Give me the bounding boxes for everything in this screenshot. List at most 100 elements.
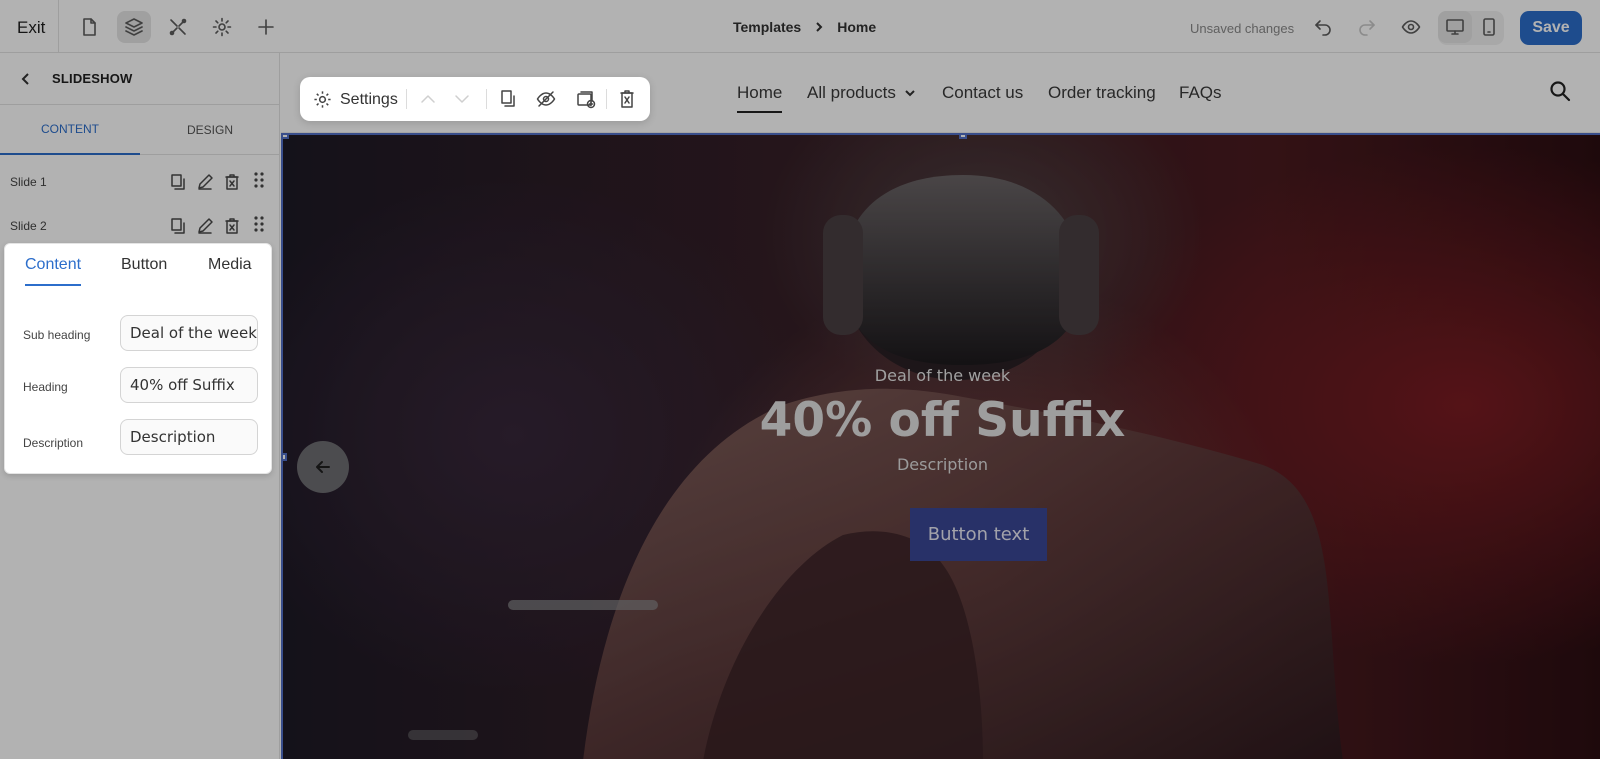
edit-icon[interactable]	[196, 173, 214, 191]
nav-order-tracking[interactable]: Order tracking	[1048, 83, 1156, 103]
sub-heading-label: Sub heading	[23, 328, 91, 342]
save-button[interactable]: Save	[1520, 11, 1582, 45]
slide-item-1[interactable]: Slide 1	[0, 162, 280, 202]
description-input[interactable]: Description	[120, 419, 258, 455]
drag-handle[interactable]	[250, 215, 268, 238]
preview-button[interactable]	[1394, 11, 1428, 43]
previous-slide-button[interactable]	[297, 441, 349, 493]
add-block-icon	[577, 91, 596, 109]
duplicate-section-button[interactable]	[498, 89, 518, 109]
add-button[interactable]	[249, 11, 283, 43]
editor-topbar: Exit Templates Home Unsaved changes Save	[0, 0, 1600, 53]
drag-handle-icon	[254, 171, 264, 188]
sub-heading-input[interactable]: Deal of the week	[120, 315, 258, 351]
selection-handle[interactable]	[959, 135, 967, 139]
chevron-up-icon	[421, 95, 435, 103]
description-label: Description	[23, 436, 84, 450]
tab-content[interactable]: CONTENT	[0, 105, 140, 155]
redo-button[interactable]	[1350, 11, 1384, 43]
toolbar-divider	[606, 89, 607, 109]
slideshow-section[interactable]: Deal of the week 40% off Suffix Descript…	[281, 133, 1600, 759]
nav-contact-us[interactable]: Contact us	[942, 83, 1023, 103]
move-down-button[interactable]	[452, 89, 472, 109]
nav-all-products[interactable]: All products	[807, 83, 916, 103]
move-up-button[interactable]	[418, 89, 438, 109]
toolbar-divider	[486, 89, 487, 109]
blocks-button[interactable]	[161, 11, 195, 43]
undo-icon	[1315, 20, 1331, 36]
tab-design[interactable]: DESIGN	[140, 105, 280, 155]
hero-heading: 40% off Suffix	[759, 393, 1126, 448]
slide-actions	[169, 171, 268, 194]
redo-icon	[1359, 20, 1375, 36]
topbar-divider	[58, 0, 59, 53]
arrow-left-icon	[316, 461, 330, 473]
breadcrumb: Templates Home	[733, 19, 876, 35]
page-icon	[83, 18, 96, 36]
eye-icon	[1401, 20, 1421, 34]
slide-label: Slide 2	[10, 219, 47, 233]
eye-off-icon	[536, 91, 556, 107]
heading-label: Heading	[23, 380, 68, 394]
duplicate-icon[interactable]	[169, 217, 187, 235]
duplicate-icon	[501, 90, 515, 107]
delete-section-button[interactable]	[617, 89, 637, 109]
edit-icon[interactable]	[196, 217, 214, 235]
slide-settings-popover: Content Button Media Sub heading Deal of…	[4, 243, 272, 474]
duplicate-icon[interactable]	[169, 173, 187, 191]
popover-tab-content[interactable]: Content	[25, 256, 82, 286]
delete-icon[interactable]	[223, 217, 241, 235]
mobile-icon	[1483, 18, 1495, 36]
gear-icon	[212, 17, 232, 37]
popover-tab-media[interactable]: Media	[208, 256, 252, 284]
slide-item-2[interactable]: Slide 2	[0, 206, 280, 246]
save-status: Unsaved changes	[1190, 21, 1295, 36]
sidebar-title: SLIDESHOW	[52, 71, 133, 86]
toolbar-divider	[406, 89, 407, 109]
drag-handle-icon	[254, 215, 264, 232]
chevron-down-icon	[455, 95, 469, 103]
chevron-left-icon	[21, 73, 29, 85]
nav-home[interactable]: Home	[737, 83, 783, 113]
delete-icon[interactable]	[223, 173, 241, 191]
popover-tab-button[interactable]: Button	[121, 256, 167, 284]
popover-tabs: Content Button Media	[5, 244, 273, 296]
drag-handle[interactable]	[250, 171, 268, 194]
pages-button[interactable]	[72, 11, 106, 43]
preview-canvas: Home All products Contact us Order track…	[281, 53, 1600, 759]
hero-subheading: Deal of the week	[874, 366, 1011, 385]
hero-cta-button[interactable]: Button text	[910, 508, 1047, 561]
section-settings-button[interactable]: Settings	[313, 90, 398, 109]
desktop-icon	[1446, 19, 1464, 35]
nav-faqs[interactable]: FAQs	[1179, 83, 1222, 103]
add-block-button[interactable]	[576, 89, 596, 109]
section-toolbar: Settings	[300, 77, 650, 121]
hide-section-button[interactable]	[536, 89, 556, 109]
selection-handle[interactable]	[283, 453, 287, 461]
slide-label: Slide 1	[10, 175, 47, 189]
selection-handle[interactable]	[283, 135, 289, 139]
settings-label: Settings	[340, 90, 398, 108]
layers-icon	[125, 18, 143, 36]
undo-button[interactable]	[1306, 11, 1340, 43]
slide-actions	[169, 215, 268, 238]
sidebar-tabs: CONTENT DESIGN	[0, 105, 280, 155]
mobile-view-button[interactable]	[1472, 11, 1506, 43]
desktop-view-button[interactable]	[1438, 11, 1472, 43]
search-icon	[1550, 81, 1571, 102]
heading-input[interactable]: 40% off Suffix	[120, 367, 258, 403]
delete-icon	[620, 90, 634, 108]
layers-button[interactable]	[117, 11, 151, 43]
chevron-down-icon	[905, 90, 915, 97]
theme-settings-button[interactable]	[205, 11, 239, 43]
hero-description: Description	[896, 455, 989, 474]
tools-icon	[169, 18, 187, 36]
nav-all-products-label: All products	[807, 83, 896, 102]
breadcrumb-home[interactable]: Home	[837, 19, 876, 35]
store-search-button[interactable]	[1549, 80, 1573, 104]
exit-button[interactable]: Exit	[17, 18, 45, 38]
chevron-right-icon	[816, 22, 823, 32]
breadcrumb-templates[interactable]: Templates	[733, 19, 801, 35]
gear-icon	[314, 91, 331, 108]
back-button[interactable]	[18, 71, 34, 87]
